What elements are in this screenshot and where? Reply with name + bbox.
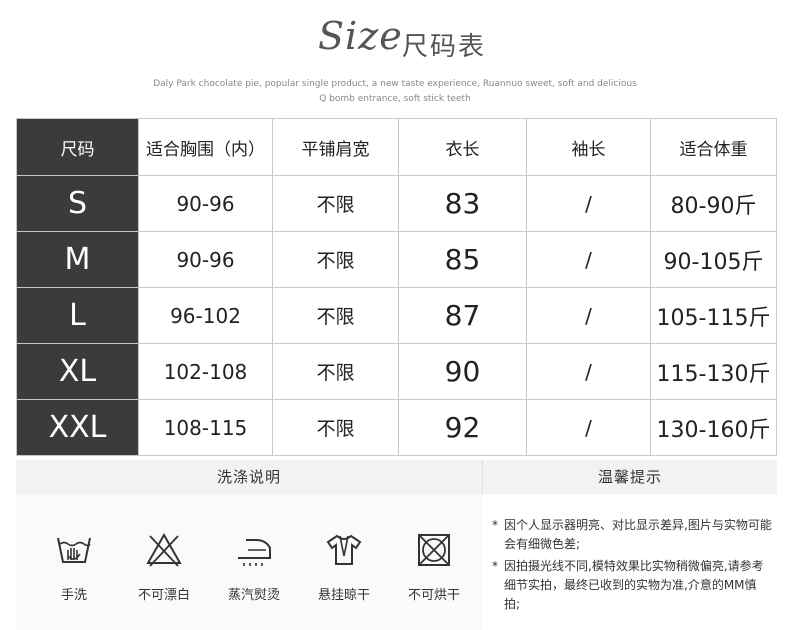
size-cell: L	[16, 287, 139, 344]
shoulder-cell: 不限	[272, 287, 399, 344]
steam-iron-icon	[238, 539, 271, 566]
subtitle-line-2: Q bomb entrance, soft stick teeth	[319, 94, 471, 104]
washing-instructions: 洗涤说明 手洗 不可漂白 蒸汽熨烫 悬挂晾干 不可烘干	[16, 460, 482, 630]
care-label: 手洗	[60, 588, 87, 603]
page-header: Size 尺码表 Daly Park chocolate pie, popula…	[0, 0, 790, 118]
table-header-row: 尺码 适合胸围（内） 平铺肩宽 衣长 袖长 适合体重	[16, 118, 777, 176]
tip-bullet: *	[492, 559, 498, 573]
header-shoulder: 平铺肩宽	[272, 118, 399, 176]
header-sleeve: 袖长	[526, 118, 651, 176]
table-row: XXL 108-115 不限 92 / 130-160斤	[16, 399, 777, 456]
header-size: 尺码	[16, 118, 139, 176]
weight-cell: 130-160斤	[650, 399, 777, 456]
size-cell: XL	[16, 343, 139, 400]
size-table: 尺码 适合胸围（内） 平铺肩宽 衣长 袖长 适合体重 S 90-96 不限 83…	[16, 118, 777, 456]
care-label: 悬挂晾干	[317, 588, 370, 603]
no-tumble-dry-icon	[418, 534, 450, 566]
sleeve-cell: /	[526, 399, 651, 456]
weight-cell: 90-105斤	[650, 231, 777, 288]
length-cell: 83	[398, 175, 527, 232]
chest-cell: 102-108	[138, 343, 273, 400]
table-row: L 96-102 不限 87 / 105-115斤	[16, 287, 777, 344]
chest-cell: 90-96	[138, 175, 273, 232]
tip-text: 因拍摄光线不同,模特效果比实物稍微偏亮,请参考细节实拍，最终已收到的实物为准,介…	[504, 559, 764, 611]
care-item: 不可漂白	[124, 530, 204, 603]
header-length: 衣长	[398, 118, 527, 176]
care-item: 不可烘干	[394, 530, 474, 603]
care-label: 不可烘干	[407, 588, 460, 603]
table-row: M 90-96 不限 85 / 90-105斤	[16, 231, 777, 288]
tips-title: 温馨提示	[482, 460, 777, 494]
chest-cell: 96-102	[138, 287, 273, 344]
table-row: XL 102-108 不限 90 / 115-130斤	[16, 343, 777, 400]
page-title: 尺码表	[402, 32, 487, 62]
weight-cell: 115-130斤	[650, 343, 777, 400]
list-item: * 因个人显示器明亮、对比显示差异,图片与实物可能会有细微色差;	[492, 516, 772, 554]
care-label: 蒸汽熨烫	[227, 588, 280, 603]
shoulder-cell: 不限	[272, 399, 399, 456]
no-bleach-icon	[146, 532, 182, 567]
sleeve-cell: /	[526, 287, 651, 344]
length-cell: 87	[398, 287, 527, 344]
header-chest: 适合胸围（内）	[138, 118, 273, 176]
care-item: 蒸汽熨烫	[214, 530, 294, 603]
length-cell: 85	[398, 231, 527, 288]
tip-text: 因个人显示器明亮、对比显示差异,图片与实物可能会有细微色差;	[504, 518, 772, 551]
hang-dry-icon	[326, 534, 362, 565]
length-cell: 92	[398, 399, 527, 456]
weight-cell: 105-115斤	[650, 287, 777, 344]
weight-cell: 80-90斤	[650, 175, 777, 232]
warm-tips: 温馨提示 * 因个人显示器明亮、对比显示差异,图片与实物可能会有细微色差; * …	[482, 460, 777, 630]
shoulder-cell: 不限	[272, 343, 399, 400]
tips-list: * 因个人显示器明亮、对比显示差异,图片与实物可能会有细微色差; * 因拍摄光线…	[492, 516, 772, 617]
table-row: S 90-96 不限 83 / 80-90斤	[16, 175, 777, 232]
size-cell: S	[16, 175, 139, 232]
sleeve-cell: /	[526, 231, 651, 288]
length-cell: 90	[398, 343, 527, 400]
title-script: Size	[318, 14, 403, 58]
shoulder-cell: 不限	[272, 231, 399, 288]
size-cell: M	[16, 231, 139, 288]
sleeve-cell: /	[526, 343, 651, 400]
care-item: 悬挂晾干	[304, 530, 384, 603]
care-label: 不可漂白	[137, 588, 190, 603]
list-item: * 因拍摄光线不同,模特效果比实物稍微偏亮,请参考细节实拍，最终已收到的实物为准…	[492, 557, 772, 614]
care-section: 洗涤说明 手洗 不可漂白 蒸汽熨烫 悬挂晾干 不可烘干 温馨提示 * 因个人显示…	[16, 460, 777, 630]
care-item: 手洗	[34, 530, 114, 603]
tip-bullet: *	[492, 518, 498, 532]
sleeve-cell: /	[526, 175, 651, 232]
subtitle-line-1: Daly Park chocolate pie, popular single …	[153, 79, 637, 89]
chest-cell: 108-115	[138, 399, 273, 456]
washing-title: 洗涤说明	[16, 460, 482, 494]
chest-cell: 90-96	[138, 231, 273, 288]
header-weight: 适合体重	[650, 118, 777, 176]
size-cell: XXL	[16, 399, 139, 456]
shoulder-cell: 不限	[272, 175, 399, 232]
hand-wash-icon	[57, 537, 91, 563]
